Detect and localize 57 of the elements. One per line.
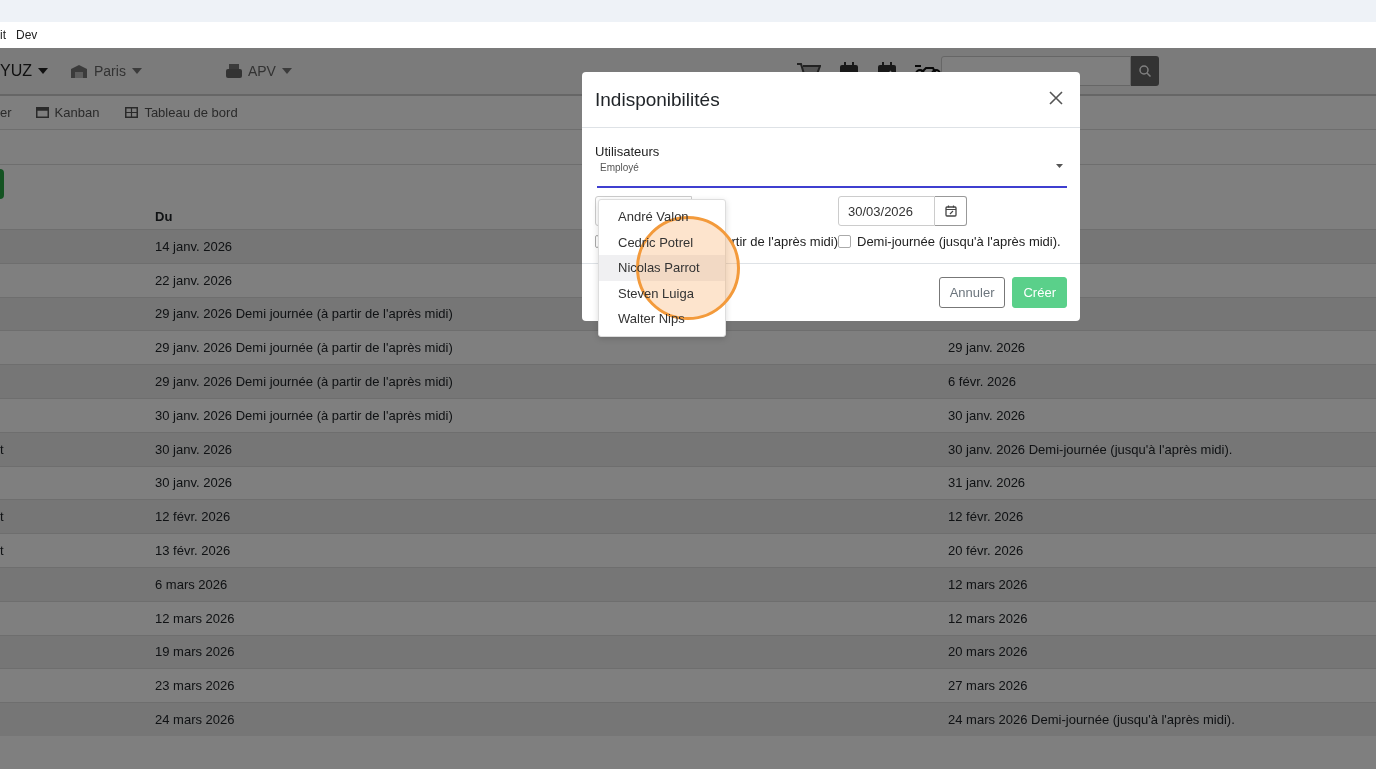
caret-icon (1056, 164, 1063, 168)
table-cell: 30 janv. 2026 (948, 407, 1026, 423)
table-cell: 14 janv. 2026 (155, 238, 233, 254)
table-cell: 29 janv. 2026 Demi journée (à partir de l'après midi) (155, 340, 453, 356)
table-cell: t (0, 441, 4, 457)
user-select[interactable]: Employé (597, 162, 1067, 188)
table-cell: 12 mars 2026 (155, 610, 235, 626)
table-cell: 29 janv. 2026 Demi journée (à partir de l'après midi) (155, 306, 453, 322)
table-cell: 6 févr. 2026 (948, 374, 1016, 390)
table-cell: 30 janv. 2026 (155, 441, 233, 457)
building-icon (70, 64, 88, 78)
search-icon (1138, 65, 1151, 77)
table-cell: 13 févr. 2026 (155, 543, 231, 559)
modal-title: Indisponibilités (595, 88, 720, 111)
caret-icon (38, 68, 48, 74)
table-cell: 23 mars 2026 (155, 678, 235, 694)
table-cell: 12 févr. 2026 (155, 509, 231, 525)
nav-link[interactable]: Kanban (35, 105, 100, 120)
table-cell: 22 janv. 2026 (155, 272, 233, 288)
field-label: Utilisateurs (595, 144, 660, 159)
bookmark-link[interactable]: it (0, 28, 6, 42)
calendar-icon (944, 205, 957, 217)
search-button[interactable] (1130, 56, 1159, 86)
table-cell: 31 janv. 2026 (948, 475, 1026, 491)
columns-icon (35, 107, 49, 118)
table-cell: 12 mars 2026 (948, 576, 1028, 592)
nav-link[interactable]: er (0, 105, 12, 120)
checkbox-label: Demi-journée (jusqu'à l'après midi). (857, 234, 1061, 249)
table-cell: 29 janv. 2026 Demi journée (à partir de l'après midi) (155, 374, 453, 390)
table-cell: 6 mars 2026 (155, 576, 228, 592)
table-cell: 12 févr. 2026 (948, 509, 1024, 525)
brand-menu[interactable]: YUZ (0, 62, 32, 80)
table-cell: 30 janv. 2026 (155, 475, 233, 491)
table-cell: t (0, 509, 4, 525)
table-cell: 27 mars 2026 (948, 678, 1028, 694)
grid-icon (125, 107, 139, 118)
column-header: Du (155, 208, 173, 224)
bookmark-link[interactable]: Dev (16, 28, 38, 42)
end-date-field[interactable]: 30/03/2026 (838, 196, 935, 226)
table-cell: 30 janv. 2026 Demi journée (à partir de l'après midi) (155, 407, 453, 423)
table-cell: 20 mars 2026 (948, 644, 1028, 660)
table-cell: 30 janv. 2026 Demi-journée (jusqu'à l'après midi). (948, 441, 1233, 457)
table-cell: 29 janv. 2026 (948, 340, 1026, 356)
table-cell: 20 févr. 2026 (948, 543, 1024, 559)
caret-icon (281, 68, 292, 74)
printer-icon (225, 64, 242, 78)
table-cell: t (0, 543, 4, 559)
checkbox[interactable] (838, 235, 851, 248)
nav-link[interactable]: Tableau de bord (125, 105, 238, 120)
cancel-button[interactable]: Annuler (938, 277, 1006, 308)
table-cell: 19 mars 2026 (155, 644, 235, 660)
table-cell: 12 mars 2026 (948, 610, 1028, 626)
calendar-button[interactable] (935, 196, 967, 226)
caret-icon (131, 68, 142, 74)
close-icon (1049, 90, 1063, 105)
table-cell: 24 mars 2026 Demi-journée (jusqu'à l'après midi). (948, 712, 1235, 728)
table-cell: 24 mars 2026 (155, 712, 235, 728)
